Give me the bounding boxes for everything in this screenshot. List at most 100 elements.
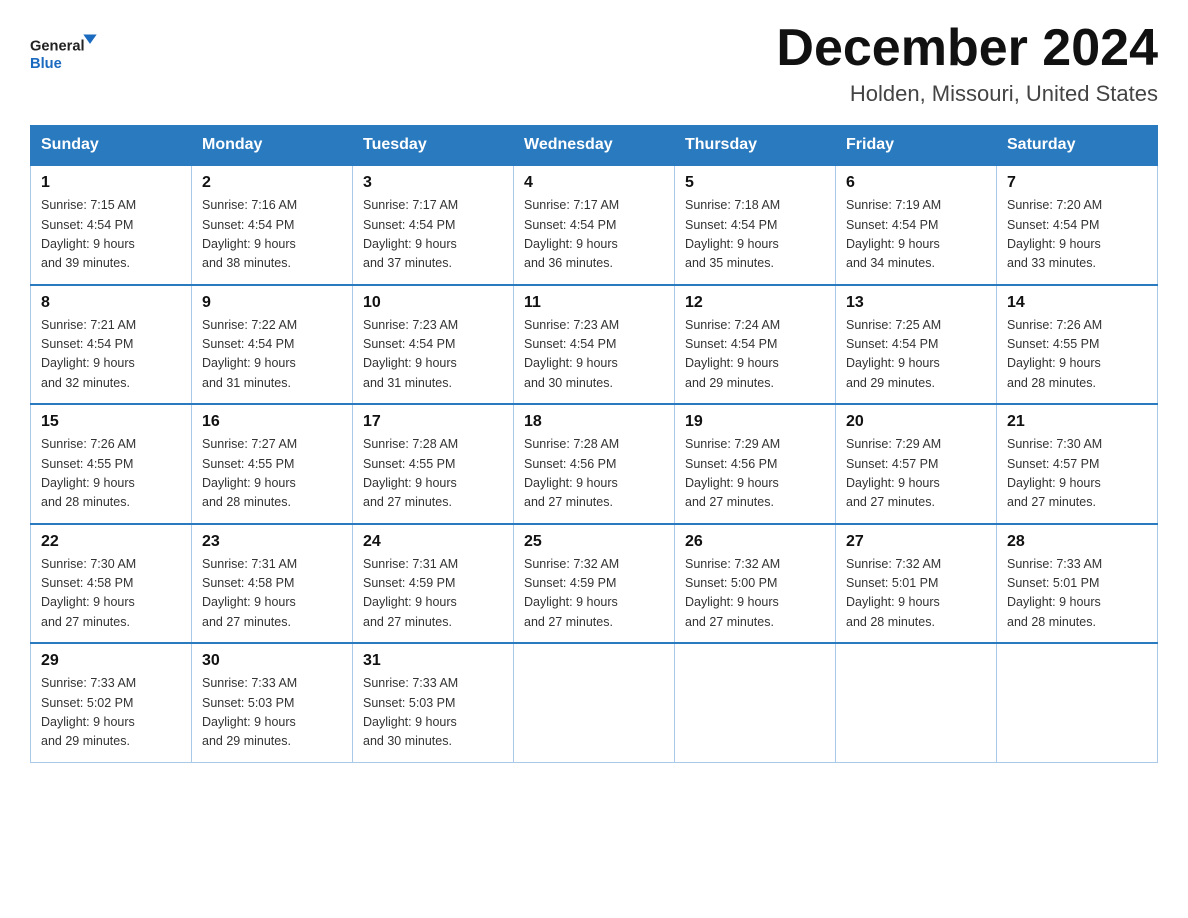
logo-svg: General Blue: [30, 20, 110, 85]
day-header-monday: Monday: [192, 126, 353, 166]
day-number: 11: [524, 294, 664, 312]
day-info: Sunrise: 7:32 AMSunset: 5:01 PMDaylight:…: [846, 555, 986, 633]
week-row-2: 8Sunrise: 7:21 AMSunset: 4:54 PMDaylight…: [31, 285, 1158, 405]
calendar-cell: 14Sunrise: 7:26 AMSunset: 4:55 PMDayligh…: [997, 285, 1158, 405]
day-header-wednesday: Wednesday: [514, 126, 675, 166]
week-row-1: 1 Sunrise: 7:15 AMSunset: 4:54 PMDaylight…: [31, 165, 1158, 285]
month-title: December 2024: [776, 20, 1158, 77]
calendar-cell: 16 Sunrise: 7:27 AMSunset: 4:55 PMDayligh…: [192, 404, 353, 524]
day-header-tuesday: Tuesday: [353, 126, 514, 166]
calendar-cell: 30 Sunrise: 7:33 AMSunset: 5:03 PMDayligh…: [192, 643, 353, 762]
day-info: Sunrise: 7:27 AMSunset: 4:55 PMDaylight:…: [202, 435, 342, 513]
day-number: 2: [202, 174, 342, 192]
calendar-cell: 1 Sunrise: 7:15 AMSunset: 4:54 PMDaylight…: [31, 165, 192, 285]
day-info: Sunrise: 7:21 AMSunset: 4:54 PMDaylight:…: [41, 316, 181, 394]
calendar-cell: 13 Sunrise: 7:25 AMSunset: 4:54 PMDayligh…: [836, 285, 997, 405]
calendar-cell: 25 Sunrise: 7:32 AMSunset: 4:59 PMDayligh…: [514, 524, 675, 644]
day-number: 17: [363, 413, 503, 431]
calendar-cell: 6Sunrise: 7:19 AMSunset: 4:54 PMDaylight…: [836, 165, 997, 285]
day-number: 29: [41, 652, 181, 670]
calendar-cell: 5 Sunrise: 7:18 AMSunset: 4:54 PMDaylight…: [675, 165, 836, 285]
day-number: 28: [1007, 533, 1147, 551]
logo: General Blue: [30, 20, 110, 85]
calendar-cell: [997, 643, 1158, 762]
day-number: 18: [524, 413, 664, 431]
day-header-saturday: Saturday: [997, 126, 1158, 166]
week-row-4: 22 Sunrise: 7:30 AMSunset: 4:58 PMDayligh…: [31, 524, 1158, 644]
calendar-cell: 27 Sunrise: 7:32 AMSunset: 5:01 PMDayligh…: [836, 524, 997, 644]
day-info: Sunrise: 7:31 AMSunset: 4:59 PMDaylight:…: [363, 555, 503, 633]
day-number: 9: [202, 294, 342, 312]
day-info: Sunrise: 7:22 AMSunset: 4:54 PMDaylight:…: [202, 316, 342, 394]
calendar-cell: 15Sunrise: 7:26 AMSunset: 4:55 PMDayligh…: [31, 404, 192, 524]
day-number: 30: [202, 652, 342, 670]
day-number: 19: [685, 413, 825, 431]
day-number: 23: [202, 533, 342, 551]
day-info: Sunrise: 7:17 AMSunset: 4:54 PMDaylight:…: [363, 196, 503, 274]
day-info: Sunrise: 7:25 AMSunset: 4:54 PMDaylight:…: [846, 316, 986, 394]
day-info: Sunrise: 7:33 AMSunset: 5:02 PMDaylight:…: [41, 674, 181, 752]
day-header-friday: Friday: [836, 126, 997, 166]
calendar-cell: 24 Sunrise: 7:31 AMSunset: 4:59 PMDayligh…: [353, 524, 514, 644]
calendar-cell: [514, 643, 675, 762]
calendar-cell: 7Sunrise: 7:20 AMSunset: 4:54 PMDaylight…: [997, 165, 1158, 285]
day-number: 27: [846, 533, 986, 551]
day-number: 13: [846, 294, 986, 312]
day-info: Sunrise: 7:33 AMSunset: 5:03 PMDaylight:…: [202, 674, 342, 752]
calendar-cell: [836, 643, 997, 762]
day-number: 26: [685, 533, 825, 551]
calendar-cell: 29 Sunrise: 7:33 AMSunset: 5:02 PMDayligh…: [31, 643, 192, 762]
day-header-thursday: Thursday: [675, 126, 836, 166]
day-number: 22: [41, 533, 181, 551]
day-info: Sunrise: 7:30 AMSunset: 4:58 PMDaylight:…: [41, 555, 181, 633]
day-info: Sunrise: 7:23 AMSunset: 4:54 PMDaylight:…: [524, 316, 664, 394]
svg-text:Blue: Blue: [30, 56, 62, 72]
day-info: Sunrise: 7:15 AMSunset: 4:54 PMDaylight:…: [41, 196, 181, 274]
day-info: Sunrise: 7:32 AMSunset: 5:00 PMDaylight:…: [685, 555, 825, 633]
day-info: Sunrise: 7:24 AMSunset: 4:54 PMDaylight:…: [685, 316, 825, 394]
page-header: General Blue December 2024 Holden, Misso…: [30, 20, 1158, 107]
day-info: Sunrise: 7:20 AMSunset: 4:54 PMDaylight:…: [1007, 196, 1147, 274]
day-number: 12: [685, 294, 825, 312]
day-info: Sunrise: 7:32 AMSunset: 4:59 PMDaylight:…: [524, 555, 664, 633]
calendar-cell: 10 Sunrise: 7:23 AMSunset: 4:54 PMDayligh…: [353, 285, 514, 405]
day-number: 16: [202, 413, 342, 431]
day-number: 3: [363, 174, 503, 192]
calendar-cell: 19 Sunrise: 7:29 AMSunset: 4:56 PMDayligh…: [675, 404, 836, 524]
header-row: SundayMondayTuesdayWednesdayThursdayFrid…: [31, 126, 1158, 166]
calendar-cell: 26 Sunrise: 7:32 AMSunset: 5:00 PMDayligh…: [675, 524, 836, 644]
day-info: Sunrise: 7:31 AMSunset: 4:58 PMDaylight:…: [202, 555, 342, 633]
day-number: 15: [41, 413, 181, 431]
calendar-cell: [675, 643, 836, 762]
calendar-cell: 4Sunrise: 7:17 AMSunset: 4:54 PMDaylight…: [514, 165, 675, 285]
day-number: 10: [363, 294, 503, 312]
day-header-sunday: Sunday: [31, 126, 192, 166]
calendar-cell: 11 Sunrise: 7:23 AMSunset: 4:54 PMDayligh…: [514, 285, 675, 405]
day-number: 24: [363, 533, 503, 551]
svg-text:General: General: [30, 39, 85, 55]
day-number: 21: [1007, 413, 1147, 431]
day-info: Sunrise: 7:17 AMSunset: 4:54 PMDaylight:…: [524, 196, 664, 274]
location-title: Holden, Missouri, United States: [776, 81, 1158, 107]
calendar-title-area: December 2024 Holden, Missouri, United S…: [776, 20, 1158, 107]
day-info: Sunrise: 7:18 AMSunset: 4:54 PMDaylight:…: [685, 196, 825, 274]
calendar-cell: 21Sunrise: 7:30 AMSunset: 4:57 PMDayligh…: [997, 404, 1158, 524]
day-info: Sunrise: 7:28 AMSunset: 4:56 PMDaylight:…: [524, 435, 664, 513]
calendar-cell: 8Sunrise: 7:21 AMSunset: 4:54 PMDaylight…: [31, 285, 192, 405]
calendar-cell: 3 Sunrise: 7:17 AMSunset: 4:54 PMDaylight…: [353, 165, 514, 285]
day-info: Sunrise: 7:28 AMSunset: 4:55 PMDaylight:…: [363, 435, 503, 513]
day-number: 25: [524, 533, 664, 551]
day-number: 1: [41, 174, 181, 192]
week-row-5: 29 Sunrise: 7:33 AMSunset: 5:02 PMDayligh…: [31, 643, 1158, 762]
day-number: 5: [685, 174, 825, 192]
day-info: Sunrise: 7:26 AMSunset: 4:55 PMDaylight:…: [1007, 316, 1147, 394]
calendar-cell: 23 Sunrise: 7:31 AMSunset: 4:58 PMDayligh…: [192, 524, 353, 644]
calendar-table: SundayMondayTuesdayWednesdayThursdayFrid…: [30, 125, 1158, 763]
day-info: Sunrise: 7:29 AMSunset: 4:56 PMDaylight:…: [685, 435, 825, 513]
week-row-3: 15Sunrise: 7:26 AMSunset: 4:55 PMDayligh…: [31, 404, 1158, 524]
calendar-cell: 28Sunrise: 7:33 AMSunset: 5:01 PMDayligh…: [997, 524, 1158, 644]
day-number: 31: [363, 652, 503, 670]
calendar-cell: 18 Sunrise: 7:28 AMSunset: 4:56 PMDayligh…: [514, 404, 675, 524]
day-info: Sunrise: 7:19 AMSunset: 4:54 PMDaylight:…: [846, 196, 986, 274]
day-info: Sunrise: 7:23 AMSunset: 4:54 PMDaylight:…: [363, 316, 503, 394]
